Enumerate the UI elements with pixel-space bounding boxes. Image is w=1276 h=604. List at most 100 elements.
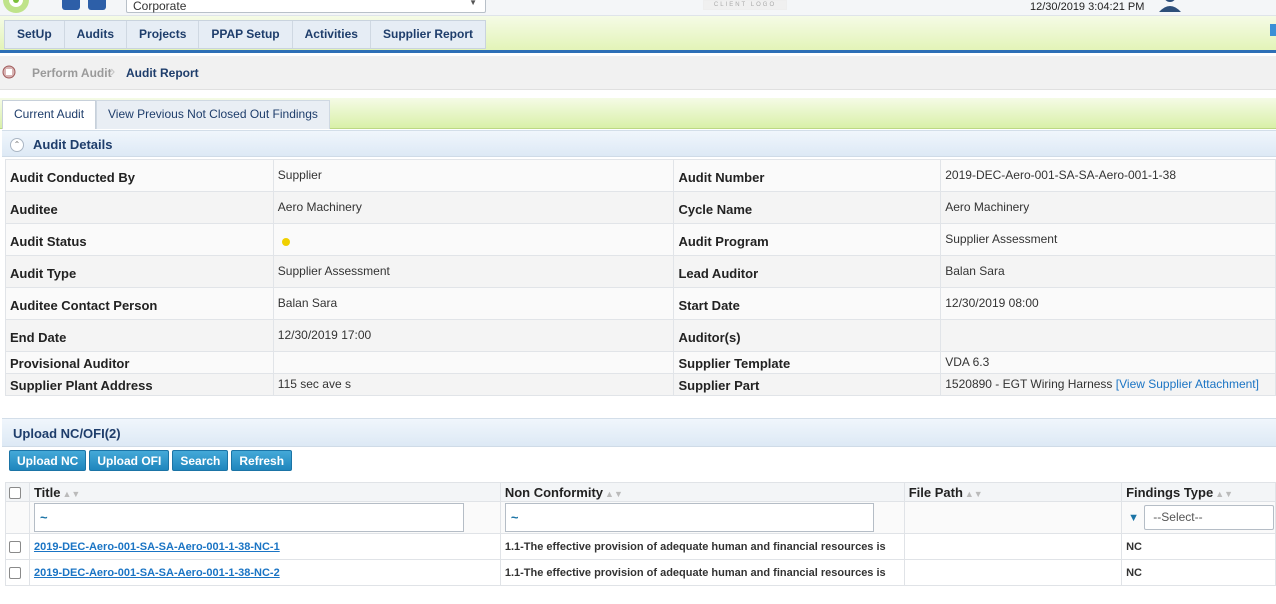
title-cell: 2019-DEC-Aero-001-SA-SA-Aero-001-1-38-NC…	[28, 533, 501, 560]
nav-item-activities[interactable]: Activities	[293, 21, 371, 48]
detail-row: Supplier Plant Address 115 sec ave s Sup…	[5, 373, 1276, 396]
nav-item-projects[interactable]: Projects	[127, 21, 200, 48]
audit-status-icon	[281, 238, 290, 246]
table-row: 2019-DEC-Aero-001-SA-SA-Aero-001-1-38-NC…	[5, 533, 1276, 560]
non-conformity-filter-input[interactable]: ~	[504, 503, 874, 532]
detail-label: Auditee Contact Person	[5, 287, 274, 320]
findings-type-select[interactable]: --Select--	[1144, 505, 1275, 530]
refresh-button[interactable]: Refresh	[231, 450, 293, 471]
detail-row: Auditee Aero Machinery Cycle Name Aero M…	[5, 191, 1276, 224]
organization-select[interactable]: Corporate ▼	[126, 0, 486, 13]
filter-icon[interactable]: ▼	[1128, 512, 1139, 524]
sort-icon[interactable]: ▲▼	[62, 489, 80, 499]
findings-type-filter-cell: ▼ --Select--	[1121, 501, 1276, 534]
detail-row: End Date 12/30/2019 17:00 Auditor(s)	[5, 319, 1276, 352]
title-filter-input[interactable]: ~	[33, 503, 464, 532]
detail-label: Supplier Template	[673, 351, 942, 374]
nav-item-audits[interactable]: Audits	[65, 21, 128, 48]
detail-label: Provisional Auditor	[5, 351, 274, 374]
detail-label: Audit Conducted By	[5, 159, 274, 192]
column-header-findings-type[interactable]: Findings Type ▲▼	[1121, 482, 1276, 502]
refresh-icon[interactable]	[88, 0, 106, 10]
detail-value: 1520890 - EGT Wiring Harness [View Suppl…	[940, 373, 1276, 396]
select-all-checkbox[interactable]	[9, 487, 21, 500]
detail-value: Supplier	[272, 159, 675, 192]
tab-previous-findings[interactable]: View Previous Not Closed Out Findings	[96, 100, 330, 129]
sort-icon[interactable]: ▲▼	[965, 489, 983, 499]
row-select-cell	[5, 559, 30, 586]
nav-item-supplier-report[interactable]: Supplier Report	[371, 21, 485, 48]
upload-section-header: Upload NC/OFI(2)	[2, 418, 1276, 447]
company-logo-icon	[3, 0, 29, 13]
sort-icon[interactable]: ▲▼	[605, 489, 623, 499]
detail-value	[272, 223, 675, 256]
detail-value: Aero Machinery	[272, 191, 675, 224]
file-path-filter-cell	[903, 501, 1123, 534]
user-avatar-icon[interactable]	[1157, 0, 1183, 12]
sort-icon[interactable]: ▲▼	[1215, 489, 1233, 499]
detail-value: 12/30/2019 17:00	[272, 319, 675, 352]
audit-details-header[interactable]: ⌃ Audit Details	[2, 130, 1276, 157]
supplier-part-value: 1520890 - EGT Wiring Harness	[945, 377, 1113, 391]
detail-value: 115 sec ave s	[272, 373, 675, 396]
detail-label: Lead Auditor	[673, 255, 942, 288]
row-checkbox[interactable]	[9, 540, 21, 553]
detail-label: Auditee	[5, 191, 274, 224]
column-findings-type-label: Findings Type	[1126, 484, 1214, 500]
row-checkbox[interactable]	[9, 566, 21, 579]
detail-row: Auditee Contact Person Balan Sara Start …	[5, 287, 1276, 320]
search-button[interactable]: Search	[172, 450, 229, 471]
filter-spacer	[5, 501, 30, 534]
breadcrumb-home-icon[interactable]	[2, 65, 16, 79]
finding-title-link[interactable]: 2019-DEC-Aero-001-SA-SA-Aero-001-1-38-NC…	[34, 567, 280, 579]
table-row: 2019-DEC-Aero-001-SA-SA-Aero-001-1-38-NC…	[5, 559, 1276, 586]
column-non-conformity-label: Non Conformity	[504, 484, 604, 500]
current-datetime: 12/30/2019 3:04:21 PM	[1030, 1, 1145, 13]
nav-item-ppap-setup[interactable]: PPAP Setup	[199, 21, 293, 48]
detail-label: Supplier Plant Address	[5, 373, 274, 396]
collapse-icon[interactable]: ⌃	[10, 138, 24, 152]
top-bar: Corporate ▼ CLIENT LOGO 12/30/2019 3:04:…	[0, 0, 1276, 16]
column-title-label: Title	[33, 484, 61, 500]
finding-title-link[interactable]: 2019-DEC-Aero-001-SA-SA-Aero-001-1-38-NC…	[34, 541, 280, 553]
view-supplier-attachment-link[interactable]: [View Supplier Attachment]	[1116, 377, 1259, 391]
upload-section-title: Upload NC/OFI(2)	[13, 426, 121, 441]
chevron-down-icon: ▼	[469, 0, 477, 7]
breadcrumb-perform-audit[interactable]: Perform Audit	[32, 66, 112, 80]
detail-label: End Date	[5, 319, 274, 352]
main-navigation: SetUp Audits Projects PPAP Setup Activit…	[0, 16, 1276, 53]
home-icon[interactable]	[62, 0, 80, 10]
file-path-cell	[903, 533, 1123, 560]
detail-label: Auditor(s)	[673, 319, 942, 352]
breadcrumb: Perform Audit › Audit Report	[0, 56, 1276, 90]
detail-label: Audit Status	[5, 223, 274, 256]
detail-row: Audit Conducted By Supplier Audit Number…	[5, 159, 1276, 192]
detail-row: Provisional Auditor Supplier Template VD…	[5, 351, 1276, 374]
detail-label: Audit Type	[5, 255, 274, 288]
findings-type-cell: NC	[1121, 533, 1276, 560]
column-header-non-conformity[interactable]: Non Conformity ▲▼	[499, 482, 905, 502]
detail-value	[272, 351, 675, 374]
detail-value: Balan Sara	[940, 255, 1276, 288]
tab-current-audit[interactable]: Current Audit	[2, 100, 97, 129]
upload-nc-button[interactable]: Upload NC	[9, 450, 87, 471]
file-path-cell	[903, 559, 1123, 586]
detail-row: Audit Status Audit Program Supplier Asse…	[5, 223, 1276, 256]
findings-type-cell: NC	[1121, 559, 1276, 586]
row-select-cell	[5, 533, 30, 560]
detail-row: Audit Type Supplier Assessment Lead Audi…	[5, 255, 1276, 288]
audit-details-table: Audit Conducted By Supplier Audit Number…	[5, 159, 1276, 396]
column-header-file-path[interactable]: File Path ▲▼	[903, 482, 1123, 502]
client-logo: CLIENT LOGO	[703, 0, 787, 10]
detail-value: 12/30/2019 08:00	[940, 287, 1276, 320]
findings-grid: Title ▲▼ Non Conformity ▲▼ File Path ▲▼ Fin…	[5, 482, 1276, 586]
detail-value: 2019-DEC-Aero-001-SA-SA-Aero-001-1-38	[940, 159, 1276, 192]
non-conformity-cell: 1.1-The effective provision of adequate …	[499, 533, 905, 560]
organization-select-value: Corporate	[133, 0, 187, 13]
nav-scroll-indicator[interactable]	[1270, 24, 1276, 36]
nav-item-setup[interactable]: SetUp	[5, 21, 65, 48]
upload-ofi-button[interactable]: Upload OFI	[89, 450, 170, 471]
breadcrumb-audit-report: Audit Report	[126, 66, 199, 80]
grid-filter-row: ~ ~ ▼ --Select--	[5, 501, 1276, 534]
column-header-title[interactable]: Title ▲▼	[28, 482, 501, 502]
